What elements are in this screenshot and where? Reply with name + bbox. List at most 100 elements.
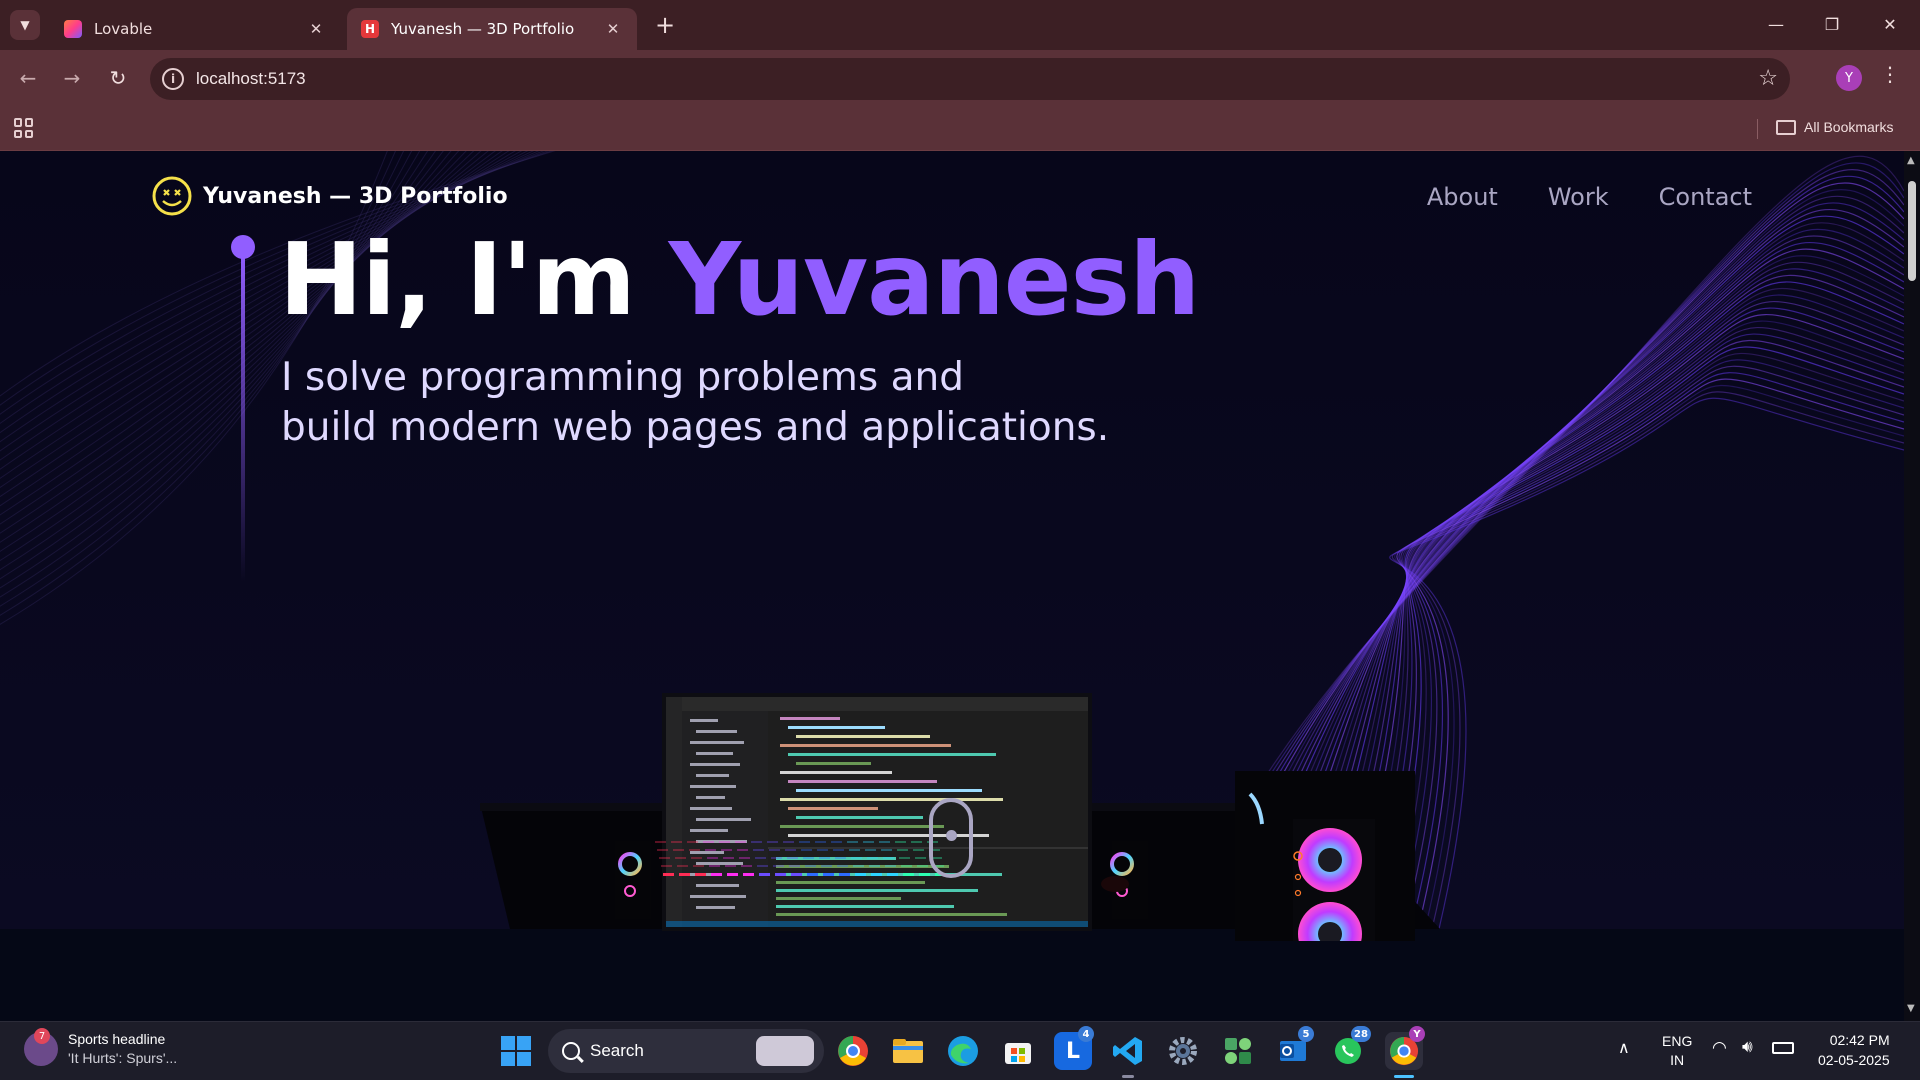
nav-work-link[interactable]: Work — [1548, 183, 1609, 211]
restore-icon[interactable]: ❐ — [1812, 8, 1852, 40]
news-widget[interactable]: 7 Sports headline 'It Hurts': Spurs'... — [24, 1028, 177, 1068]
keyboard-key — [835, 857, 846, 859]
keyboard-key — [721, 849, 732, 851]
scroll-down-indicator[interactable] — [929, 798, 973, 878]
keyboard-key — [787, 857, 798, 859]
keyboard-key — [805, 865, 816, 867]
scrollbar-thumb[interactable] — [1908, 181, 1916, 281]
keyboard-key — [759, 873, 770, 876]
tab-search-button[interactable]: ▼ — [10, 10, 40, 40]
nav-contact-link[interactable]: Contact — [1659, 183, 1752, 211]
settings-icon[interactable] — [1164, 1032, 1202, 1070]
keyboard-key — [727, 873, 738, 876]
whatsapp-badge: 28 — [1351, 1026, 1371, 1042]
search-highlight-icon — [756, 1036, 814, 1066]
keyboard-key — [771, 857, 782, 859]
vscode-icon[interactable] — [1109, 1032, 1147, 1070]
keyboard-key — [663, 873, 674, 876]
chrome-icon[interactable] — [834, 1032, 872, 1070]
keyboard-key — [675, 857, 686, 859]
keyboard-key — [767, 841, 778, 843]
tray-overflow-icon[interactable]: ∧ — [1618, 1038, 1630, 1058]
file-explorer-icon[interactable] — [889, 1032, 927, 1070]
lens-icon[interactable]: L 4 — [1054, 1026, 1094, 1070]
profile-avatar[interactable]: Y — [1836, 65, 1862, 91]
scroll-down-arrow-icon[interactable]: ▼ — [1907, 1003, 1915, 1014]
code-line — [780, 825, 944, 828]
keyboard-key — [751, 841, 762, 843]
store-icon[interactable] — [999, 1032, 1037, 1070]
code-line — [796, 735, 930, 738]
chrome-profile-icon[interactable]: Y — [1385, 1026, 1425, 1070]
apps-grid-icon[interactable] — [14, 118, 34, 138]
keyboard-key — [807, 873, 818, 876]
close-window-icon[interactable]: ✕ — [1870, 8, 1910, 40]
address-bar[interactable]: i localhost:5173 ☆ — [150, 58, 1790, 100]
keyboard-key — [739, 857, 750, 859]
widget-title: Sports headline — [68, 1031, 166, 1047]
desk-setup-3d-model[interactable] — [400, 541, 1550, 941]
keyboard-key — [679, 873, 690, 876]
file-tree-line — [696, 730, 737, 733]
edge-icon[interactable] — [944, 1032, 982, 1070]
back-button[interactable]: ← — [12, 62, 44, 94]
tab-title: Lovable — [94, 20, 153, 38]
keyboard-key — [871, 873, 882, 876]
all-bookmarks-button[interactable]: All Bookmarks — [1776, 119, 1893, 135]
minimize-icon[interactable]: — — [1756, 8, 1796, 40]
file-tree-line — [696, 818, 751, 821]
tab-lovable[interactable]: Lovable ✕ — [50, 8, 340, 50]
keyboard-key — [741, 865, 752, 867]
keyboard-key — [725, 865, 736, 867]
keyboard-key — [847, 841, 858, 843]
keyboard-key — [887, 873, 898, 876]
keyboard-key — [897, 849, 908, 851]
keyboard-key — [773, 865, 784, 867]
taskbar-search[interactable]: Search — [548, 1029, 824, 1073]
keyboard-key — [819, 857, 830, 859]
volume-icon[interactable]: 🔊︎ — [1742, 1037, 1753, 1057]
url-text[interactable]: localhost:5173 — [196, 69, 306, 89]
reload-button[interactable]: ↻ — [102, 62, 134, 94]
code-line — [796, 762, 871, 765]
keyboard-key — [677, 865, 688, 867]
system-clock[interactable]: 02:42 PM 02-05-2025 — [1818, 1030, 1890, 1070]
teams-icon[interactable] — [1219, 1032, 1257, 1070]
portfolio-favicon-icon: H — [361, 20, 379, 38]
nav-about-link[interactable]: About — [1427, 183, 1498, 211]
bookmarks-bar: All Bookmarks — [0, 107, 1920, 151]
keyboard-key — [911, 841, 922, 843]
hero-subtitle-line1: I solve programming problems and — [281, 355, 965, 400]
language-indicator[interactable]: ENG IN — [1662, 1032, 1692, 1070]
site-logo[interactable]: Yuvanesh — 3D Portfolio — [151, 175, 508, 217]
wifi-icon[interactable]: ◠ — [1712, 1038, 1727, 1058]
tab-portfolio[interactable]: H Yuvanesh — 3D Portfolio ✕ — [347, 8, 637, 50]
site-info-icon[interactable]: i — [162, 68, 184, 90]
region-code: IN — [1670, 1052, 1685, 1068]
keyboard-key — [711, 873, 722, 876]
keyboard-key — [687, 841, 698, 843]
keyboard-key — [801, 849, 812, 851]
clock-time: 02:42 PM — [1829, 1032, 1890, 1048]
file-tree-line — [696, 752, 733, 755]
file-tree-line — [690, 719, 718, 722]
tab-close-icon[interactable]: ✕ — [306, 20, 326, 38]
bookmark-star-icon[interactable]: ☆ — [1758, 66, 1778, 91]
keyboard-key — [879, 841, 890, 843]
file-tree-line — [690, 851, 724, 854]
menu-icon[interactable]: ⋮ — [1880, 62, 1900, 86]
keyboard-key — [719, 841, 730, 843]
keyboard-key — [903, 873, 914, 876]
page-scrollbar[interactable]: ▲ ▼ — [1904, 151, 1920, 1021]
hero-name: Yuvanesh — [668, 221, 1201, 338]
keyboard-key — [867, 857, 878, 859]
windows-start-icon[interactable] — [501, 1036, 531, 1066]
keyboard-key — [789, 865, 800, 867]
tab-close-icon[interactable]: ✕ — [603, 20, 623, 38]
new-tab-button[interactable]: + — [650, 10, 680, 40]
battery-icon[interactable] — [1772, 1042, 1794, 1054]
whatsapp-icon[interactable]: 28 — [1329, 1026, 1371, 1070]
scroll-up-arrow-icon[interactable]: ▲ — [1907, 155, 1915, 166]
forward-button[interactable]: → — [56, 62, 88, 94]
outlook-icon[interactable]: 5 — [1274, 1026, 1314, 1070]
